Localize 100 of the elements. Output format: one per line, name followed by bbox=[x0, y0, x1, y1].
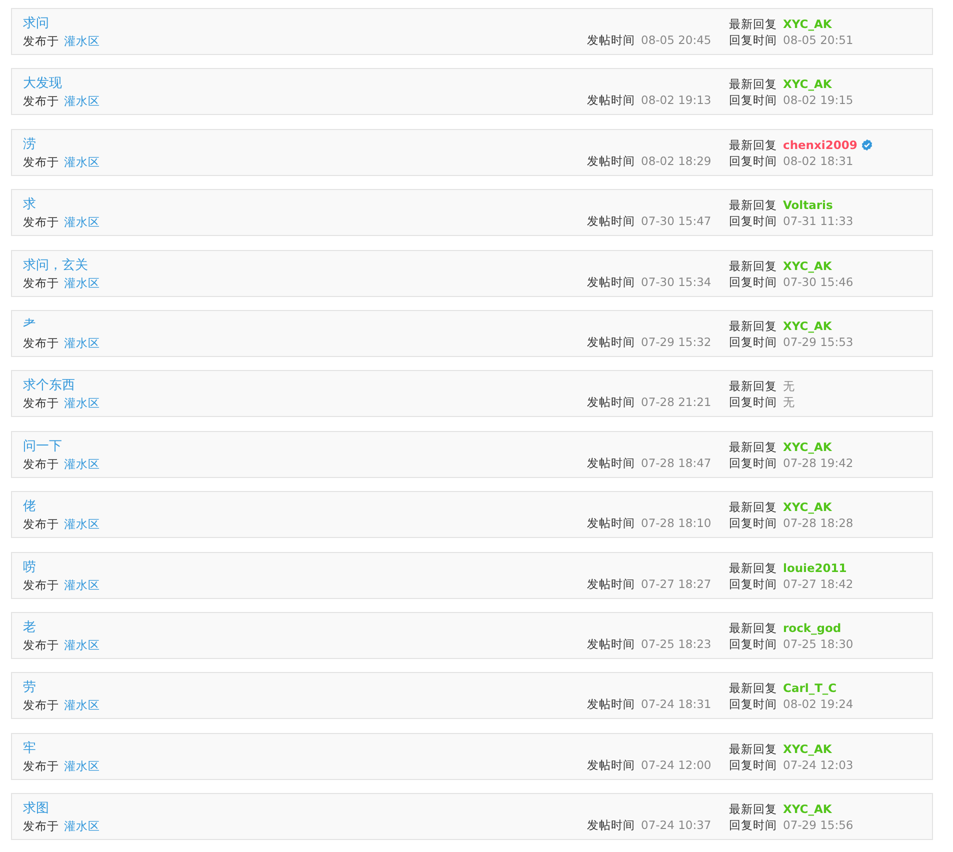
post-title-link[interactable]: 求 bbox=[23, 196, 587, 214]
board-link[interactable]: 灌水区 bbox=[64, 758, 100, 774]
board-link[interactable]: 灌水区 bbox=[64, 576, 100, 593]
username-link[interactable]: XYC_AK bbox=[783, 16, 832, 32]
post-time-label: 发帖时间 bbox=[587, 515, 635, 532]
reply-time-label: 回复时间 bbox=[729, 636, 777, 652]
post-time: 07-30 15:47 bbox=[641, 213, 712, 230]
board-link[interactable]: 灌水区 bbox=[64, 818, 100, 834]
username-link[interactable]: rock_god bbox=[783, 620, 842, 636]
board-link[interactable]: 灌水区 bbox=[64, 33, 100, 49]
post-time-label: 发帖时间 bbox=[587, 92, 635, 108]
board-link[interactable]: 灌水区 bbox=[64, 636, 100, 653]
post-title-link[interactable]: 大发现 bbox=[23, 75, 587, 92]
latest-reply-label: 最新回复 bbox=[729, 438, 777, 455]
latest-reply-label: 最新回复 bbox=[729, 136, 777, 153]
reply-time-label: 回复时间 bbox=[729, 576, 777, 592]
reply-time: 07-28 19:42 bbox=[783, 454, 854, 471]
reply-time-label: 回复时间 bbox=[729, 817, 777, 834]
post-time-label: 发帖时间 bbox=[587, 32, 635, 48]
reply-time: 07-25 18:30 bbox=[783, 636, 854, 652]
board-link[interactable]: 灌水区 bbox=[64, 334, 100, 351]
username-link[interactable]: XYC_AK bbox=[783, 318, 832, 334]
post-time: 07-28 18:10 bbox=[641, 515, 712, 532]
board-link[interactable]: 灌水区 bbox=[64, 395, 100, 412]
posted-in-label: 发布于 bbox=[23, 214, 59, 230]
posted-in-label: 发布于 bbox=[23, 697, 59, 714]
post-time-label: 发帖时间 bbox=[587, 213, 635, 230]
posted-in-label: 发布于 bbox=[23, 516, 59, 532]
board-link[interactable]: 灌水区 bbox=[64, 93, 100, 110]
latest-reply-label: 最新回复 bbox=[729, 318, 777, 334]
post-time-label: 发帖时间 bbox=[587, 454, 635, 471]
username-link[interactable]: XYC_AK bbox=[783, 438, 832, 455]
board-link[interactable]: 灌水区 bbox=[64, 456, 100, 472]
post-title-link[interactable]: 唠 bbox=[23, 558, 587, 576]
latest-reply-label: 最新回复 bbox=[729, 740, 777, 757]
no-reply-text: 无 bbox=[783, 378, 795, 394]
username-link[interactable]: Voltaris bbox=[783, 197, 833, 214]
reply-time: 07-28 18:28 bbox=[783, 515, 854, 532]
post-title-link[interactable]: 涝 bbox=[23, 136, 587, 153]
latest-reply-label: 最新回复 bbox=[729, 620, 777, 636]
board-link[interactable]: 灌水区 bbox=[64, 154, 100, 170]
post-title-link[interactable]: 耂 bbox=[23, 316, 587, 334]
board-link[interactable]: 灌水区 bbox=[64, 274, 100, 291]
post-title-link[interactable]: 牢 bbox=[23, 740, 587, 757]
username-link[interactable]: louie2011 bbox=[783, 560, 847, 576]
reply-time: 07-24 12:03 bbox=[783, 756, 854, 773]
post-time-label: 发帖时间 bbox=[587, 817, 635, 834]
post-time-label: 发帖时间 bbox=[587, 394, 635, 410]
username-link[interactable]: XYC_AK bbox=[783, 76, 832, 92]
post-time-label: 发帖时间 bbox=[587, 756, 635, 773]
username-link[interactable]: XYC_AK bbox=[783, 740, 832, 757]
post-time: 07-29 15:32 bbox=[641, 334, 712, 350]
username-link[interactable]: XYC_AK bbox=[783, 258, 832, 274]
latest-reply-label: 最新回复 bbox=[729, 197, 777, 214]
post-time: 07-28 18:47 bbox=[641, 454, 712, 471]
board-link[interactable]: 灌水区 bbox=[64, 697, 100, 714]
post-time: 07-25 18:23 bbox=[641, 636, 712, 652]
posted-in-label: 发布于 bbox=[23, 758, 59, 774]
reply-time-label: 回复时间 bbox=[729, 32, 777, 48]
post-time: 07-28 21:21 bbox=[641, 394, 712, 410]
post-time-label: 发帖时间 bbox=[587, 576, 635, 592]
post-time: 07-24 12:00 bbox=[641, 756, 712, 773]
post-title-link[interactable]: 求问，玄关 bbox=[23, 256, 587, 274]
reply-time: 07-29 15:56 bbox=[783, 817, 854, 834]
reply-time: 08-02 19:15 bbox=[783, 92, 854, 108]
latest-reply-label: 最新回复 bbox=[729, 680, 777, 696]
reply-time: 08-02 18:31 bbox=[783, 152, 854, 169]
post-time: 07-30 15:34 bbox=[641, 274, 712, 290]
reply-time-label: 回复时间 bbox=[729, 756, 777, 773]
post-title-link[interactable]: 老 bbox=[23, 618, 587, 636]
post-time-label: 发帖时间 bbox=[587, 274, 635, 290]
reply-time: 07-29 15:53 bbox=[783, 334, 854, 350]
reply-time: 07-27 18:42 bbox=[783, 576, 854, 592]
reply-time-label: 回复时间 bbox=[729, 394, 777, 410]
post-title-link[interactable]: 求个东西 bbox=[23, 377, 587, 394]
posted-in-label: 发布于 bbox=[23, 456, 59, 472]
post-title-link[interactable]: 求图 bbox=[23, 800, 587, 818]
reply-time: 07-31 11:33 bbox=[783, 213, 854, 230]
username-link[interactable]: Carl_T_C bbox=[783, 680, 837, 696]
posted-in-label: 发布于 bbox=[23, 395, 59, 412]
posted-in-label: 发布于 bbox=[23, 93, 59, 110]
board-link[interactable]: 灌水区 bbox=[64, 214, 100, 230]
post-time: 07-24 10:37 bbox=[641, 817, 712, 834]
latest-reply-label: 最新回复 bbox=[729, 16, 777, 32]
username-link[interactable]: XYC_AK bbox=[783, 499, 832, 516]
reply-time: 07-30 15:46 bbox=[783, 274, 854, 290]
username-link[interactable]: XYC_AK bbox=[783, 801, 832, 818]
post-title-link[interactable]: 问一下 bbox=[23, 438, 587, 455]
reply-time: 08-05 20:51 bbox=[783, 32, 854, 48]
post-title-link[interactable]: 劳 bbox=[23, 679, 587, 696]
board-link[interactable]: 灌水区 bbox=[64, 516, 100, 532]
posted-in-label: 发布于 bbox=[23, 334, 59, 351]
posted-in-label: 发布于 bbox=[23, 636, 59, 653]
post-title-link[interactable]: 求问 bbox=[23, 15, 587, 32]
latest-reply-label: 最新回复 bbox=[729, 499, 777, 516]
reply-time-label: 回复时间 bbox=[729, 696, 777, 712]
posted-in-label: 发布于 bbox=[23, 818, 59, 834]
latest-reply-label: 最新回复 bbox=[729, 76, 777, 92]
post-title-link[interactable]: 佬 bbox=[23, 498, 587, 516]
username-link[interactable]: chenxi2009 bbox=[783, 136, 858, 153]
